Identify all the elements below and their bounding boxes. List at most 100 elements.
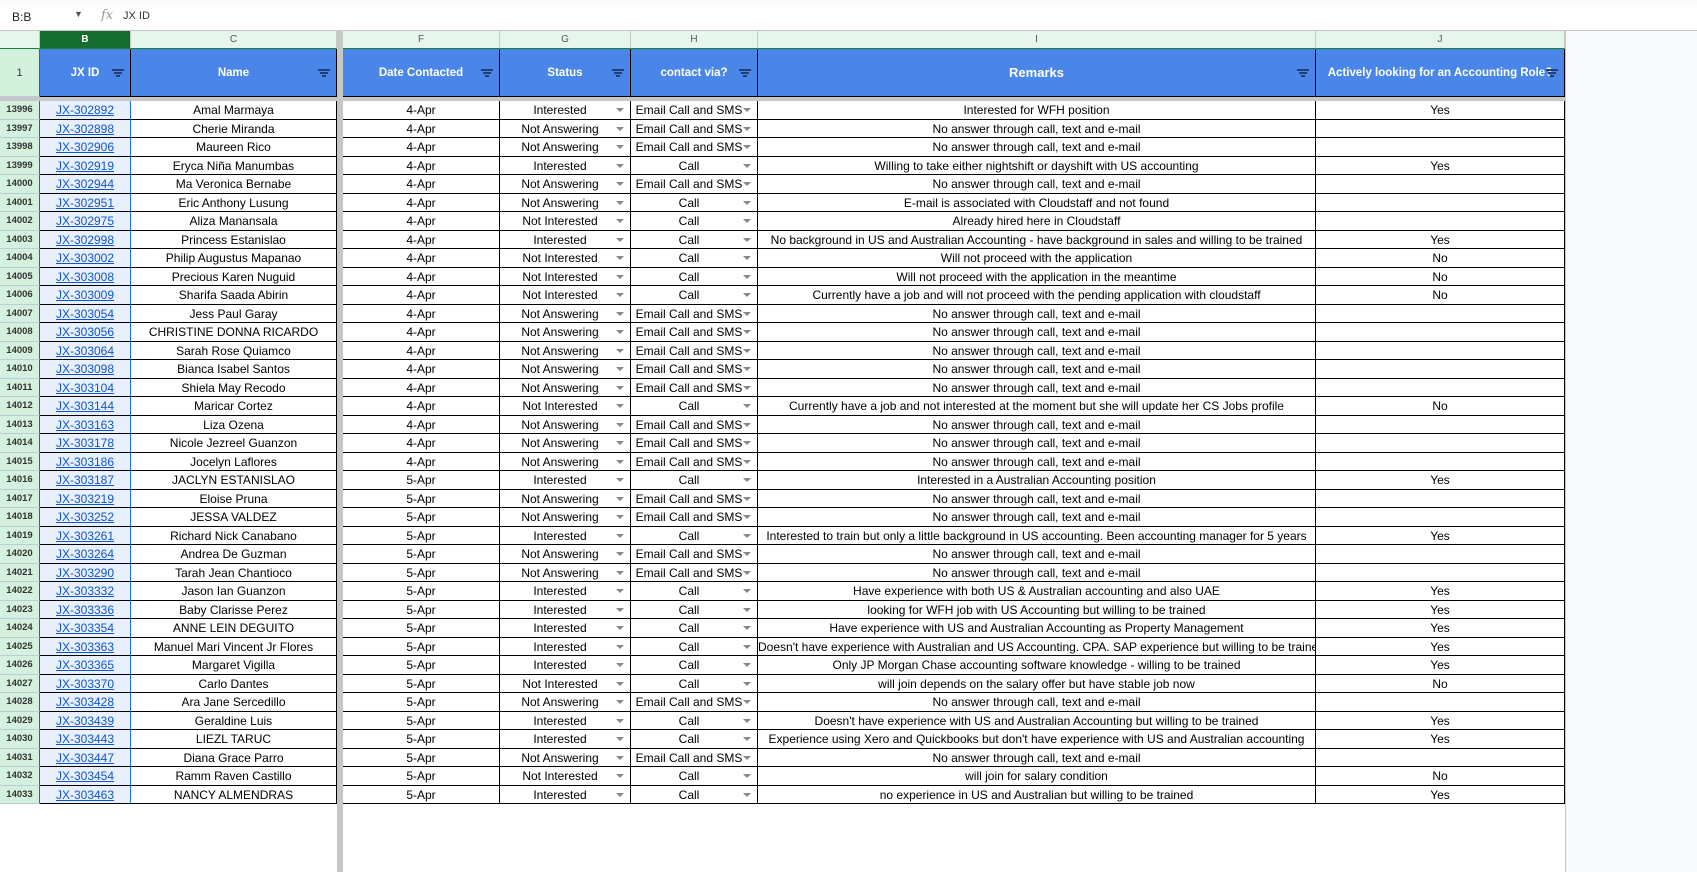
dropdown-arrow-icon[interactable] (616, 348, 624, 353)
dropdown-arrow-icon[interactable] (616, 755, 624, 760)
dropdown-arrow-icon[interactable] (743, 200, 751, 205)
cell-date-contacted[interactable]: 4-Apr (343, 397, 500, 416)
dropdown-arrow-icon[interactable] (743, 478, 751, 482)
cell-date-contacted[interactable]: 4-Apr (343, 230, 500, 249)
cell-status[interactable]: Not Answering (500, 415, 631, 434)
cell-name[interactable]: JACLYN ESTANISLAO (131, 471, 337, 490)
jx-id-link[interactable]: JX-303332 (56, 584, 114, 598)
row-number[interactable]: 14005 (0, 267, 40, 286)
dropdown-arrow-icon[interactable] (743, 330, 751, 334)
cell-actively-looking[interactable]: Yes (1316, 582, 1565, 601)
dropdown-arrow-icon[interactable] (743, 515, 751, 519)
cell-actively-looking[interactable] (1316, 415, 1565, 434)
cell-date-contacted[interactable]: 5-Apr (343, 767, 500, 786)
column-header-I[interactable]: I (758, 31, 1316, 49)
cell-name[interactable]: Margaret Vigilla (131, 656, 337, 675)
cell-actively-looking[interactable] (1316, 138, 1565, 157)
cell-remarks[interactable]: No answer through call, text and e-mail (758, 138, 1316, 157)
cell-contact-via[interactable]: Call (631, 582, 758, 601)
cell-status[interactable]: Not Interested (500, 286, 631, 305)
row-number[interactable]: 14014 (0, 434, 40, 453)
jx-id-link[interactable]: JX-303252 (56, 510, 114, 524)
cell-status[interactable]: Not Answering (500, 452, 631, 471)
cell-actively-looking[interactable] (1316, 748, 1565, 767)
row-number[interactable]: 14019 (0, 526, 40, 545)
cell-jx-id[interactable]: JX-303219 (40, 489, 131, 508)
cell-jx-id[interactable]: JX-303443 (40, 730, 131, 749)
cell-contact-via[interactable]: Email Call and SMS (631, 545, 758, 564)
column-header-J[interactable]: J (1316, 31, 1565, 49)
dropdown-arrow-icon[interactable] (616, 663, 624, 667)
row-number[interactable]: 13999 (0, 156, 40, 175)
dropdown-arrow-icon[interactable] (743, 774, 751, 778)
cell-jx-id[interactable]: JX-303178 (40, 434, 131, 453)
cell-jx-id[interactable]: JX-303428 (40, 693, 131, 712)
cell-remarks[interactable]: Have experience with both US & Australia… (758, 582, 1316, 601)
row-number[interactable]: 14021 (0, 563, 40, 582)
filter-icon[interactable] (612, 69, 624, 78)
row-number[interactable]: 14012 (0, 397, 40, 416)
cell-date-contacted[interactable]: 5-Apr (343, 693, 500, 712)
cell-actively-looking[interactable]: No (1316, 767, 1565, 786)
cell-remarks[interactable]: No answer through call, text and e-mail (758, 489, 1316, 508)
formula-input[interactable]: JX ID (123, 10, 150, 22)
cell-actively-looking[interactable]: Yes (1316, 637, 1565, 656)
cell-jx-id[interactable]: JX-303008 (40, 267, 131, 286)
cell-status[interactable]: Not Answering (500, 508, 631, 527)
cell-date-contacted[interactable]: 5-Apr (343, 600, 500, 619)
cell-jx-id[interactable]: JX-303332 (40, 582, 131, 601)
dropdown-arrow-icon[interactable] (616, 404, 624, 408)
cell-contact-via[interactable]: Call (631, 397, 758, 416)
cell-contact-via[interactable]: Email Call and SMS (631, 323, 758, 342)
cell-contact-via[interactable]: Call (631, 730, 758, 749)
cell-jx-id[interactable]: JX-302944 (40, 175, 131, 194)
cell-name[interactable]: Eryca Niña Manumbas (131, 156, 337, 175)
dropdown-arrow-icon[interactable] (616, 570, 624, 575)
cell-remarks[interactable]: No answer through call, text and e-mail (758, 563, 1316, 582)
cell-name[interactable]: Eloise Pruna (131, 489, 337, 508)
cell-actively-looking[interactable]: No (1316, 249, 1565, 268)
row-number[interactable]: 14015 (0, 452, 40, 471)
cell-jx-id[interactable]: JX-303264 (40, 545, 131, 564)
cell-status[interactable]: Not Answering (500, 119, 631, 138)
cell-remarks[interactable]: Will not proceed with the application (758, 249, 1316, 268)
cell-remarks[interactable]: Only JP Morgan Chase accounting software… (758, 656, 1316, 675)
cell-actively-looking[interactable] (1316, 378, 1565, 397)
cell-status[interactable]: Not Interested (500, 212, 631, 231)
cell-actively-looking[interactable] (1316, 119, 1565, 138)
jx-id-link[interactable]: JX-303454 (56, 769, 114, 783)
row-number[interactable]: 14011 (0, 378, 40, 397)
cell-jx-id[interactable]: JX-303354 (40, 619, 131, 638)
cell-date-contacted[interactable]: 4-Apr (343, 249, 500, 268)
cell-date-contacted[interactable]: 4-Apr (343, 286, 500, 305)
cell-actively-looking[interactable]: Yes (1316, 471, 1565, 490)
cell-actively-looking[interactable]: Yes (1316, 230, 1565, 249)
cell-jx-id[interactable]: JX-302898 (40, 119, 131, 138)
column-header-G[interactable]: G (500, 31, 631, 49)
cell-remarks[interactable]: Have experience with US and Australian A… (758, 619, 1316, 638)
dropdown-arrow-icon[interactable] (743, 496, 751, 501)
cell-contact-via[interactable]: Call (631, 193, 758, 212)
cell-contact-via[interactable]: Call (631, 619, 758, 638)
cell-contact-via[interactable]: Call (631, 711, 758, 730)
jx-id-link[interactable]: JX-303428 (56, 695, 114, 709)
dropdown-arrow-icon[interactable] (616, 200, 624, 205)
cell-name[interactable]: Richard Nick Canabano (131, 526, 337, 545)
cell-status[interactable]: Not Answering (500, 175, 631, 194)
cell-status[interactable]: Not Interested (500, 249, 631, 268)
cell-date-contacted[interactable]: 5-Apr (343, 674, 500, 693)
cell-actively-looking[interactable]: No (1316, 397, 1565, 416)
cell-contact-via[interactable]: Call (631, 526, 758, 545)
cell-name[interactable]: Maricar Cortez (131, 397, 337, 416)
cell-contact-via[interactable]: Email Call and SMS (631, 489, 758, 508)
cell-jx-id[interactable]: JX-303064 (40, 341, 131, 360)
dropdown-arrow-icon[interactable] (743, 126, 751, 131)
jx-id-link[interactable]: JX-303187 (56, 473, 114, 487)
jx-id-link[interactable]: JX-303008 (56, 270, 114, 284)
cell-status[interactable]: Not Answering (500, 563, 631, 582)
jx-id-link[interactable]: JX-303098 (56, 362, 114, 376)
dropdown-arrow-icon[interactable] (616, 515, 624, 519)
dropdown-arrow-icon[interactable] (743, 163, 751, 168)
cell-contact-via[interactable]: Call (631, 249, 758, 268)
dropdown-arrow-icon[interactable] (616, 700, 624, 704)
